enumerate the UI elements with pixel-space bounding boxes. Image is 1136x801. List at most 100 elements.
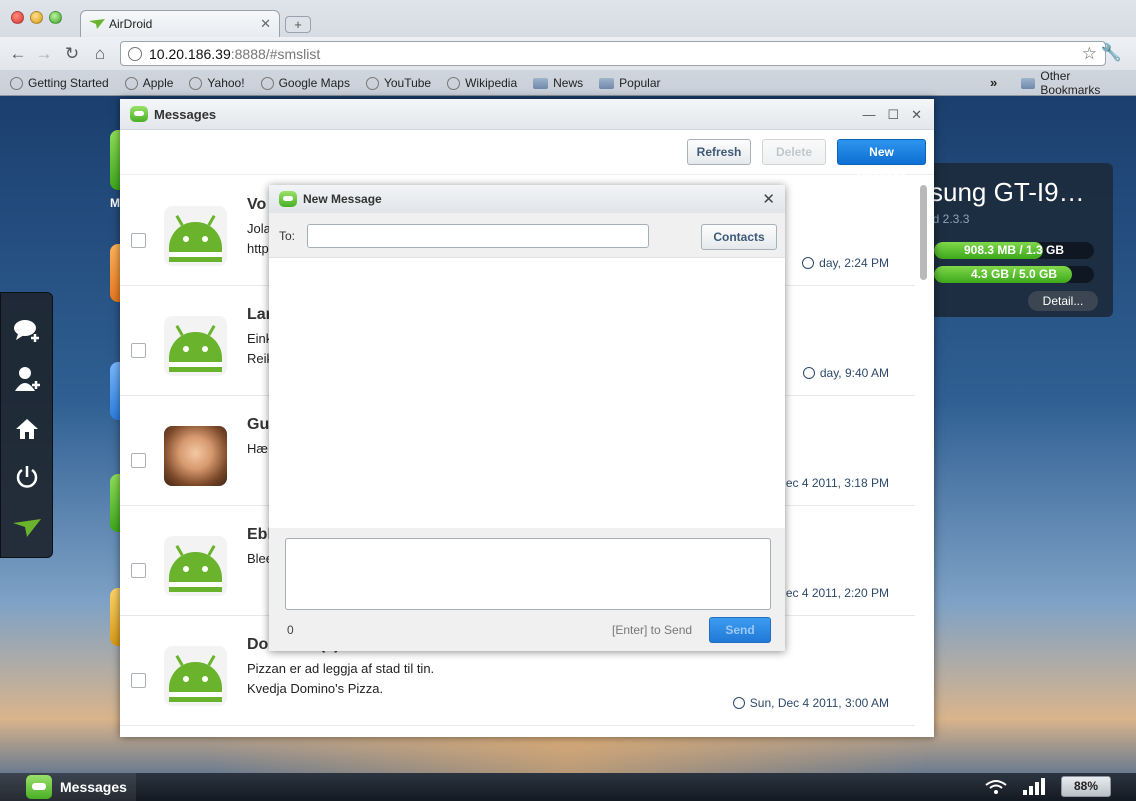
other-bookmarks[interactable]: Other Bookmarks	[1021, 69, 1130, 97]
bookmark-popular[interactable]: Popular	[599, 76, 661, 90]
window-controls	[11, 11, 62, 24]
detail-button[interactable]: Detail...	[1028, 291, 1098, 311]
home-icon[interactable]	[13, 415, 41, 443]
tab-close-icon[interactable]: ✕	[260, 16, 271, 32]
bookmark-youtube[interactable]: YouTube	[365, 76, 432, 90]
messages-app-icon	[26, 775, 52, 799]
conversation-area	[269, 258, 785, 528]
bookmark-apple[interactable]: Apple	[124, 76, 173, 90]
dialog-titlebar[interactable]: New Message ✕	[269, 185, 785, 213]
select-checkbox[interactable]	[131, 233, 146, 248]
bookmark-wikipedia[interactable]: Wikipedia	[447, 76, 517, 90]
storage-usage-bar: 4.3 GB / 5.0 GB	[934, 266, 1094, 283]
folder-icon	[1021, 77, 1036, 89]
android-avatar-icon	[164, 536, 227, 596]
select-checkbox[interactable]	[131, 673, 146, 688]
more-bookmarks-chevron-icon[interactable]: »	[990, 75, 997, 90]
message-line-1: Jola	[247, 221, 271, 236]
select-checkbox[interactable]	[131, 343, 146, 358]
select-checkbox[interactable]	[131, 563, 146, 578]
to-label: To:	[279, 229, 296, 243]
wrench-icon[interactable]: 🔧	[1101, 43, 1122, 63]
message-date-text: Sun, Dec 4 2011, 3:00 AM	[749, 696, 889, 710]
contacts-button[interactable]: Contacts	[701, 224, 777, 250]
minimize-icon[interactable]: —	[862, 107, 875, 123]
new-message-icon[interactable]	[13, 317, 41, 345]
folder-icon	[533, 77, 549, 89]
scrollbar[interactable]	[920, 185, 927, 280]
zoom-window-button[interactable]	[49, 11, 62, 24]
contact-avatar	[164, 316, 227, 376]
address-bar[interactable]: 10.20.186.39:8888/#smslist ☆	[120, 41, 1106, 66]
add-contact-icon[interactable]	[13, 365, 41, 393]
browser-chrome: AirDroid ✕ + ← → ↻ ⌂ 10.20.186.39:8888/#…	[0, 0, 1136, 97]
bookmark-news[interactable]: News	[533, 76, 583, 90]
message-date-text: day, 9:40 AM	[819, 366, 889, 380]
url-host: 10.20.186.39	[149, 45, 231, 62]
message-textarea[interactable]	[285, 538, 771, 610]
recipient-bar: To: Contacts	[269, 213, 785, 258]
contact-avatar	[164, 426, 227, 486]
globe-icon	[365, 76, 379, 90]
bookmark-yahoo[interactable]: Yahoo!	[189, 76, 245, 90]
airdroid-logo-icon[interactable]	[13, 515, 41, 543]
taskbar: Messages 88%	[0, 773, 1136, 801]
message-line-1: Hæ	[247, 441, 268, 456]
delete-button[interactable]: Delete	[762, 139, 826, 165]
memory-usage-label: 908.3 MB / 1.3 GB	[963, 243, 1065, 257]
minimize-window-button[interactable]	[30, 11, 43, 24]
recipient-input[interactable]	[307, 224, 649, 248]
messages-window-titlebar[interactable]: Messages — ☐ ✕	[120, 99, 934, 130]
globe-icon	[447, 76, 461, 90]
reload-icon[interactable]: ↻	[62, 44, 82, 64]
back-icon[interactable]: ←	[8, 44, 28, 64]
messages-app-icon	[130, 106, 148, 122]
bookmarks-bar: Getting Started Apple Yahoo! Google Maps…	[0, 69, 1136, 97]
bookmark-label: Wikipedia	[465, 76, 518, 90]
close-window-button[interactable]	[11, 11, 24, 24]
bookmark-star-icon[interactable]: ☆	[1082, 44, 1097, 64]
messages-app-icon	[279, 191, 297, 207]
bookmark-google-maps[interactable]: Google Maps	[260, 76, 350, 90]
home-icon[interactable]: ⌂	[90, 44, 110, 64]
android-avatar-icon	[164, 316, 227, 376]
message-line-1: Pizzan er ad leggja af stad til tin.	[247, 661, 435, 676]
character-count: 0	[287, 623, 294, 637]
close-icon[interactable]: ✕	[911, 107, 922, 123]
bookmark-label: Popular	[619, 76, 661, 90]
close-icon[interactable]: ✕	[762, 190, 775, 208]
contact-avatar	[164, 646, 227, 706]
maximize-icon[interactable]: ☐	[887, 107, 899, 123]
taskbar-messages-item[interactable]: Messages	[0, 773, 136, 801]
new-message-button[interactable]: New Message	[837, 139, 926, 183]
clock-icon	[732, 697, 745, 709]
bookmark-getting-started[interactable]: Getting Started	[10, 76, 109, 90]
taskbar-label: Messages	[60, 779, 127, 795]
airdroid-logo-icon	[89, 19, 105, 29]
wifi-icon	[985, 779, 1007, 795]
window-title: Messages	[154, 106, 217, 122]
new-message-dialog: New Message ✕ To: Contacts 0 [Enter] to …	[269, 185, 785, 651]
android-avatar-icon	[164, 206, 227, 266]
window-controls: — ☐ ✕	[862, 107, 922, 123]
sender-name: Vo	[247, 196, 267, 213]
send-button[interactable]: Send	[709, 617, 771, 643]
browser-tab[interactable]: AirDroid ✕	[80, 10, 280, 37]
bookmark-label: News	[553, 76, 584, 90]
message-date: day, 2:24 PM	[802, 256, 889, 270]
browser-toolbar: ← → ↻ ⌂ 10.20.186.39:8888/#smslist ☆ 🔧	[0, 37, 1136, 70]
message-date-text: ec 4 2011, 2:20 PM	[785, 586, 889, 600]
refresh-button[interactable]: Refresh	[687, 139, 751, 165]
bookmark-label: Yahoo!	[207, 76, 245, 90]
globe-icon	[189, 76, 203, 90]
desktop-app-label: M	[110, 196, 120, 210]
bookmark-label: YouTube	[383, 76, 432, 90]
power-icon[interactable]	[13, 463, 41, 491]
message-date-text: day, 2:24 PM	[819, 256, 889, 270]
dialog-title: New Message	[303, 192, 382, 206]
message-date: Sun, Dec 4 2011, 3:00 AM	[732, 696, 889, 710]
new-tab-button[interactable]: +	[285, 16, 311, 33]
device-os-version: id 2.3.3	[930, 212, 970, 226]
forward-icon[interactable]: →	[34, 44, 54, 64]
select-checkbox[interactable]	[131, 453, 146, 468]
